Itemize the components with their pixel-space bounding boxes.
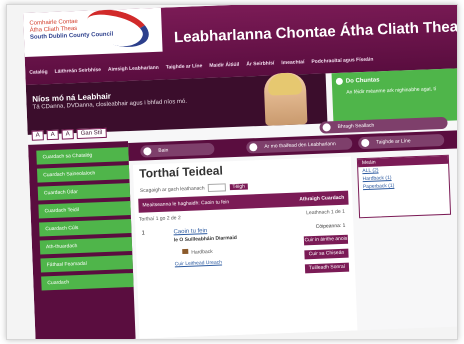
change-view-icon — [322, 123, 331, 132]
my-record-button[interactable]: Ar mo thaifead den Leabharlann — [246, 137, 353, 154]
account-icon — [335, 77, 343, 86]
account-promo-text: An féidir méanme ark nighinabhe agat, tí — [346, 86, 437, 96]
nav-item-events[interactable]: Imeachtaí — [281, 59, 304, 66]
logo-swoosh-icon — [82, 5, 154, 54]
search-button-label: Bain — [158, 147, 169, 154]
text-size-medium-button[interactable]: A — [46, 129, 59, 141]
more-details-button[interactable]: Tuilleadh Sonraí — [304, 262, 350, 274]
text-size-large-button[interactable]: A — [61, 129, 74, 140]
online-research-button[interactable]: Taighde ar Líne — [358, 133, 445, 150]
site-title: Leabharlanna Chontae Átha Cliath Theas — [173, 17, 458, 47]
result-title-link[interactable]: Caoin tu fein — [173, 228, 207, 235]
nav-item-services[interactable]: Láithreán Seirbhíse — [55, 67, 102, 75]
text-size-controls: A A A Gan Stíl — [31, 127, 107, 141]
sidebar-item-subject-search[interactable]: Cuardach Cúls — [39, 219, 132, 237]
sidebar-item-title-search[interactable]: Cuardach Teidil — [38, 201, 131, 219]
filter-input[interactable] — [207, 183, 227, 193]
nav-item-online-research[interactable]: Taighde ar Líne — [166, 63, 203, 70]
results-query: Meaitseanna le haghaidh: Caoin tu fein — [142, 199, 230, 209]
nav-item-find-library[interactable]: Aimsigh Leabharlann — [108, 65, 159, 73]
research-icon — [361, 138, 370, 148]
photo-frame: Comhairle Contae Átha Cliath Theas South… — [6, 4, 458, 340]
filter-row: Scagaigh ar gach leathanach Téigh — [139, 182, 249, 194]
sidebar-item-search[interactable]: Cuardach — [41, 272, 134, 291]
media-facets: Meáin ALL (2) Hardback (1) Paperback (1) — [356, 154, 452, 219]
portrait-hair — [267, 72, 303, 96]
page-indicator: Leathnach 1 de 1 — [306, 208, 345, 217]
online-research-label: Taighde ar Líne — [376, 138, 411, 146]
filter-go-button[interactable]: Téigh — [229, 183, 249, 191]
account-record-icon — [249, 143, 258, 152]
banner-portrait — [263, 72, 308, 126]
page-title: Torthaí Teideal — [138, 163, 224, 181]
no-style-button[interactable]: Gan Stíl — [76, 127, 107, 140]
sidebar-item-expert-search[interactable]: Cuardach Saineolaíoch — [36, 165, 130, 183]
add-to-basket-button[interactable]: Cuir sa Chiseán — [304, 248, 349, 260]
results-count: Torthaí 1 go 2 de 2 — [138, 215, 181, 223]
result-format-label: Hardback — [191, 248, 213, 256]
browser-screen: Comhairle Contae Átha Cliath Theas South… — [23, 5, 458, 339]
result-author: le O Suilleabháin Diarmaid — [173, 234, 237, 244]
filter-label: Scagaigh ar gach leathanach — [139, 185, 205, 194]
result-more-link[interactable]: Cuir Leithead Ureach — [175, 260, 222, 268]
result-copies: Cóipeanna: 1 — [315, 222, 346, 230]
sidebar-item-research[interactable]: Ath-thuardach — [39, 236, 133, 255]
change-view-label: Bhragh Seallach — [337, 122, 375, 131]
search-button[interactable]: Bain — [140, 142, 215, 158]
nav-item-local[interactable]: Maidir Áitiúil — [209, 62, 239, 69]
sidebar-item-saved[interactable]: Fáthasl Feamadaí — [40, 254, 133, 273]
book-icon — [182, 248, 189, 255]
search-icon — [143, 147, 152, 156]
sidebar: Cuardach sa Chatalóg Cuardach Saineolaío… — [28, 141, 136, 339]
result-format: Hardback — [182, 248, 213, 256]
result-number: 1 — [141, 230, 146, 237]
nav-item-catalog[interactable]: Catalóg — [29, 69, 48, 76]
nav-item-podcasts[interactable]: Podchraoltaí agus Físeáin — [311, 57, 373, 65]
refine-search-link[interactable]: Athraigh Cuardach — [299, 191, 345, 207]
results-panel: Torthaí Teideal Scagaigh ar gach leathan… — [132, 156, 358, 339]
reserve-now-button[interactable]: Cuir in áirithe anois — [303, 234, 349, 246]
sidebar-item-author-search[interactable]: Cuardach Údar — [37, 183, 131, 201]
account-promo-title: Do Chuntas — [345, 77, 380, 85]
text-size-small-button[interactable]: A — [31, 130, 44, 141]
my-record-label: Ar mo thaifead den Leabharlann — [264, 141, 336, 150]
sidebar-item-catalog-search[interactable]: Cuardach sa Chatalóg — [36, 147, 129, 165]
council-logo[interactable]: Comhairle Contae Átha Cliath Theas South… — [23, 5, 163, 57]
nav-item-our-services[interactable]: Ár Seirbhísí — [246, 60, 274, 67]
